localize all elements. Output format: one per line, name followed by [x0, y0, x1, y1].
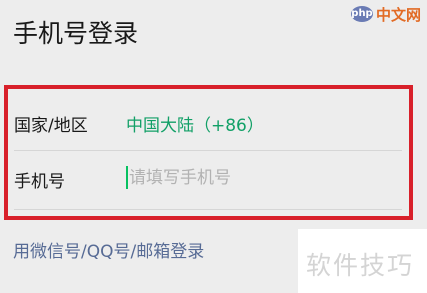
- login-form: 国家/地区 中国大陆（+86） 手机号: [4, 85, 413, 220]
- region-value[interactable]: 中国大陆（+86）: [126, 111, 264, 136]
- phone-input-wrap: [124, 163, 394, 193]
- site-watermark: php 中文网: [351, 4, 427, 24]
- alt-login-link[interactable]: 用微信号/QQ号/邮箱登录: [13, 237, 204, 262]
- phone-input[interactable]: [129, 163, 389, 193]
- region-label: 国家/地区: [14, 116, 88, 136]
- region-row[interactable]: 国家/地区 中国大陆（+86）: [8, 95, 409, 151]
- page-title: 手机号登录: [13, 19, 139, 48]
- footer-watermark-text: 软件技巧: [306, 251, 415, 280]
- watermark-site-name: 中文网: [376, 6, 422, 24]
- divider: [14, 209, 402, 210]
- footer-watermark: 软件技巧: [298, 229, 427, 293]
- phone-row: 手机号: [8, 151, 409, 207]
- text-caret: [126, 166, 128, 189]
- php-logo-icon: php: [351, 6, 373, 22]
- phone-label: 手机号: [14, 172, 65, 192]
